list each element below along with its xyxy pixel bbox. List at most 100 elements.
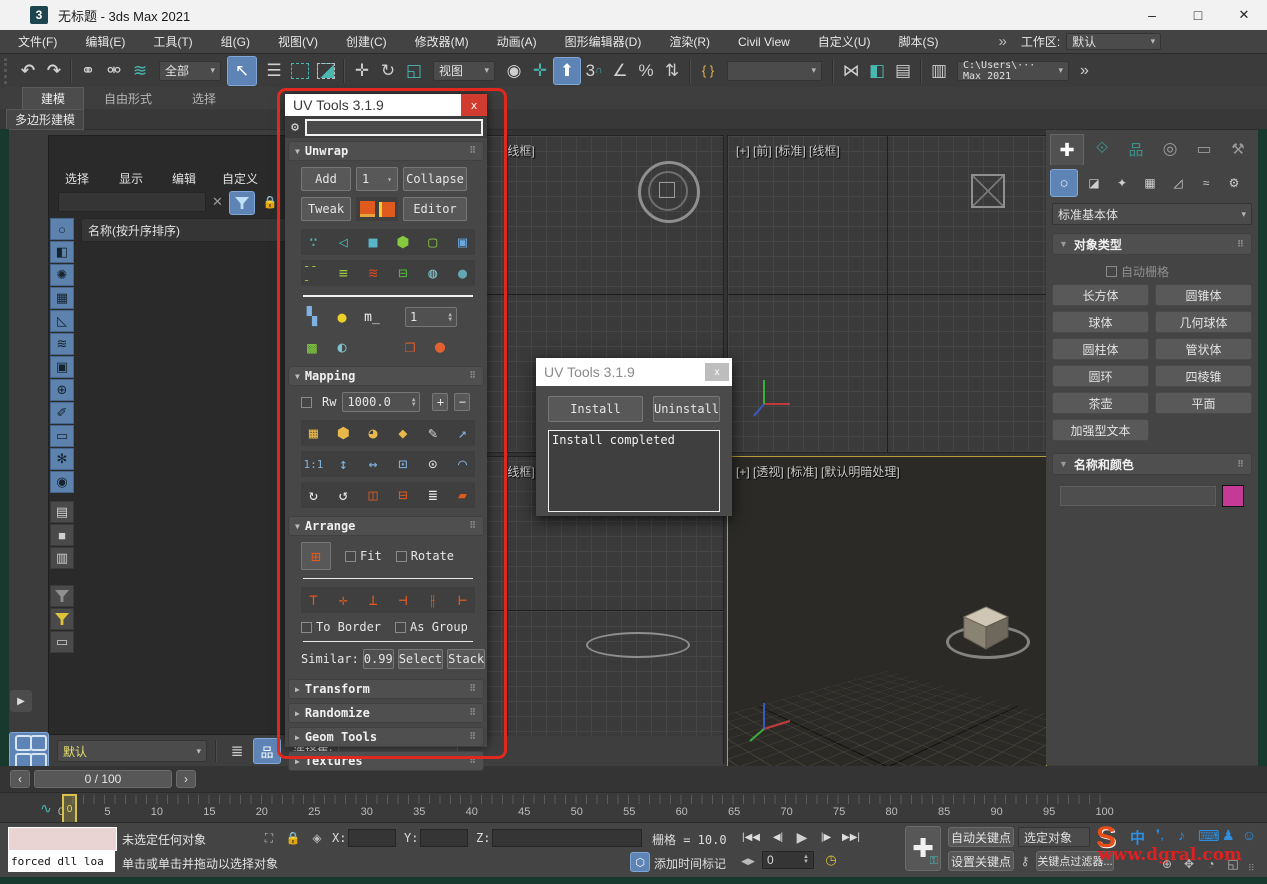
panel-expand-arrow[interactable]: ▶: [10, 690, 32, 712]
z-coordinate-field[interactable]: [492, 829, 642, 847]
explorer-menu-select[interactable]: 选择: [65, 170, 89, 187]
select-and-place-icon[interactable]: ✛: [527, 58, 553, 84]
ime-settings-icon[interactable]: ☺: [1242, 827, 1256, 843]
uv-fit-vertical-icon[interactable]: ↕: [333, 453, 354, 475]
uv-panel-close-button[interactable]: x: [461, 94, 487, 116]
uv-flip-vertical-icon[interactable]: ⊟: [392, 484, 413, 506]
filter-bones-icon[interactable]: ✐: [50, 402, 74, 424]
explorer-menu-display[interactable]: 显示: [119, 170, 143, 187]
select-and-rotate-icon[interactable]: ↻: [375, 58, 401, 84]
prev-key-button[interactable]: ◀|: [768, 827, 788, 847]
add-time-tag-icon[interactable]: ⬡: [630, 852, 650, 872]
category-dropdown[interactable]: 标准基本体▾: [1052, 203, 1252, 225]
uv-rollout-randomize[interactable]: ▶ Randomize ⠿: [288, 703, 484, 723]
uv-box-map-icon[interactable]: ⬢: [333, 422, 354, 444]
create-textplus-button[interactable]: 加强型文本: [1052, 419, 1149, 441]
uv-align-bottom-icon[interactable]: ⊥: [363, 589, 384, 611]
key-filters-icon[interactable]: ⚷: [1016, 851, 1034, 871]
create-pyramid-button[interactable]: 四棱锥: [1155, 365, 1252, 387]
uv-measure-icon[interactable]: m̲: [361, 306, 383, 328]
installer-log-box[interactable]: Install completed: [548, 430, 720, 512]
menu-rendering[interactable]: 渲染(R): [669, 33, 710, 50]
object-name-input[interactable]: [1060, 486, 1216, 506]
tab-display[interactable]: ▭: [1188, 134, 1220, 164]
viewport-persp-label[interactable]: [+] [透视] [标准] [默认明暗处理]: [736, 463, 900, 480]
next-key-button[interactable]: |▶: [816, 827, 836, 847]
create-cylinder-button[interactable]: 圆柱体: [1052, 338, 1149, 360]
select-and-scale-icon[interactable]: ◱: [401, 58, 427, 84]
menu-graph-editors[interactable]: 图形编辑器(D): [565, 33, 642, 50]
menu-animation[interactable]: 动画(A): [497, 33, 537, 50]
filter-lights-icon[interactable]: ✺: [50, 264, 74, 286]
explorer-lock-icon[interactable]: 🔒: [261, 192, 279, 212]
explorer-menu-edit[interactable]: 编辑: [172, 170, 196, 187]
uv-rollout-mapping[interactable]: ▼ Mapping ⠿: [288, 366, 484, 386]
uv-scale-map-icon[interactable]: ↗: [452, 422, 473, 444]
uv-tweak-button[interactable]: Tweak: [301, 197, 351, 221]
current-frame-field[interactable]: 0 ▲▼: [762, 851, 814, 869]
container-view-icon[interactable]: ▭: [50, 631, 74, 653]
installer-titlebar[interactable]: UV Tools 3.1.9 x: [536, 358, 732, 386]
curve-view-toggle-icon[interactable]: ∿: [36, 799, 56, 817]
percent-snap-icon[interactable]: %: [633, 58, 659, 84]
ime-punctuation-icon[interactable]: ❜,: [1156, 827, 1164, 843]
uv-lightmap-icon[interactable]: ●: [331, 306, 353, 328]
uv-similar-value-field[interactable]: 0.99: [363, 649, 394, 669]
uv-align-lines-icon[interactable]: ≣: [422, 484, 443, 506]
uv-panel-titlebar[interactable]: UV Tools 3.1.9 x: [285, 94, 487, 116]
menu-modifiers[interactable]: 修改器(M): [415, 33, 469, 50]
layers-icon[interactable]: ≣: [225, 740, 249, 762]
uv-face-mode-icon[interactable]: ■: [363, 231, 384, 253]
use-pivot-center-icon[interactable]: ◉: [501, 58, 527, 84]
uv-one-to-one-icon[interactable]: 1:1: [303, 453, 324, 475]
menu-scripting[interactable]: 脚本(S): [898, 33, 938, 50]
rotate-gizmo[interactable]: [638, 161, 700, 223]
uv-rollout-geom-tools[interactable]: ▶ Geom Tools ⠿: [288, 727, 484, 747]
uv-edge-tool-icon[interactable]: [360, 201, 375, 217]
next-frame-button[interactable]: ›: [176, 770, 196, 788]
uv-element-mode-icon[interactable]: ⬢: [392, 231, 413, 253]
uv-center-icon[interactable]: ⊙: [422, 453, 443, 475]
uv-edge-mode-icon[interactable]: ◁: [333, 231, 354, 253]
uv-channel-spinner[interactable]: 1 ▲▼: [405, 307, 457, 327]
tab-create[interactable]: ✚: [1050, 134, 1084, 165]
play-button[interactable]: ▶: [792, 826, 812, 848]
snaps-toggle-button[interactable]: ⬆: [553, 57, 581, 85]
uv-stack-button[interactable]: Stack: [447, 649, 485, 669]
create-geosphere-button[interactable]: 几何球体: [1155, 311, 1252, 333]
uv-align-left-icon[interactable]: ⊤: [303, 589, 324, 611]
uv-fit-bracket-icon[interactable]: ⊡: [392, 453, 413, 475]
filter-containers-icon[interactable]: ▭: [50, 425, 74, 447]
menu-civil-view[interactable]: Civil View: [738, 35, 790, 49]
uv-count-dropdown[interactable]: 1▾: [356, 167, 398, 191]
workspace-dropdown[interactable]: 默认▾: [1066, 33, 1161, 50]
create-geometry-icon[interactable]: ○: [1050, 169, 1078, 197]
maximize-button[interactable]: □: [1175, 0, 1221, 30]
ime-mic-icon[interactable]: ♪: [1178, 827, 1185, 843]
toolbar-overflow-chevron[interactable]: »: [1080, 62, 1089, 80]
auto-key-button[interactable]: 自动关键点: [948, 827, 1014, 847]
edit-named-selection-icon[interactable]: { }: [695, 58, 721, 84]
go-to-end-button[interactable]: ▶▶|: [840, 827, 862, 847]
subtab-polygon-modeling[interactable]: 多边形建模: [6, 109, 84, 130]
uv-orange-sphere-icon[interactable]: ●: [429, 336, 451, 358]
go-to-start-button[interactable]: |◀◀: [740, 827, 762, 847]
uv-rw-checkbox[interactable]: [301, 397, 312, 408]
toolbar-grip[interactable]: [4, 58, 15, 84]
ime-skin-icon[interactable]: ♟: [1222, 827, 1235, 844]
create-plane-button[interactable]: 平面: [1155, 392, 1252, 414]
select-by-name-icon[interactable]: ☰: [261, 58, 287, 84]
uv-size-plus-button[interactable]: +: [432, 393, 448, 411]
zoom-viewport-icon[interactable]: ⊕: [1158, 855, 1176, 873]
isolate-selection-icon[interactable]: ⛶: [260, 829, 278, 847]
viewport-front-label[interactable]: [+] [前] [标准] [线框]: [736, 142, 840, 159]
selected-filter-dropdown[interactable]: 选定对象: [1018, 827, 1090, 847]
maxscript-mini-listener-bottom[interactable]: forced dll loa: [8, 851, 115, 872]
ribbon-tab-selection[interactable]: 选择: [172, 88, 236, 109]
time-configuration-icon[interactable]: ◷: [822, 851, 840, 869]
time-slider[interactable]: 0: [62, 794, 77, 824]
uv-seam-tool-icon[interactable]: [379, 202, 395, 217]
object-color-swatch[interactable]: [1222, 485, 1244, 507]
create-spacewarps-icon[interactable]: ≈: [1194, 171, 1218, 195]
uv-checker-map-icon[interactable]: ▚: [301, 306, 323, 328]
